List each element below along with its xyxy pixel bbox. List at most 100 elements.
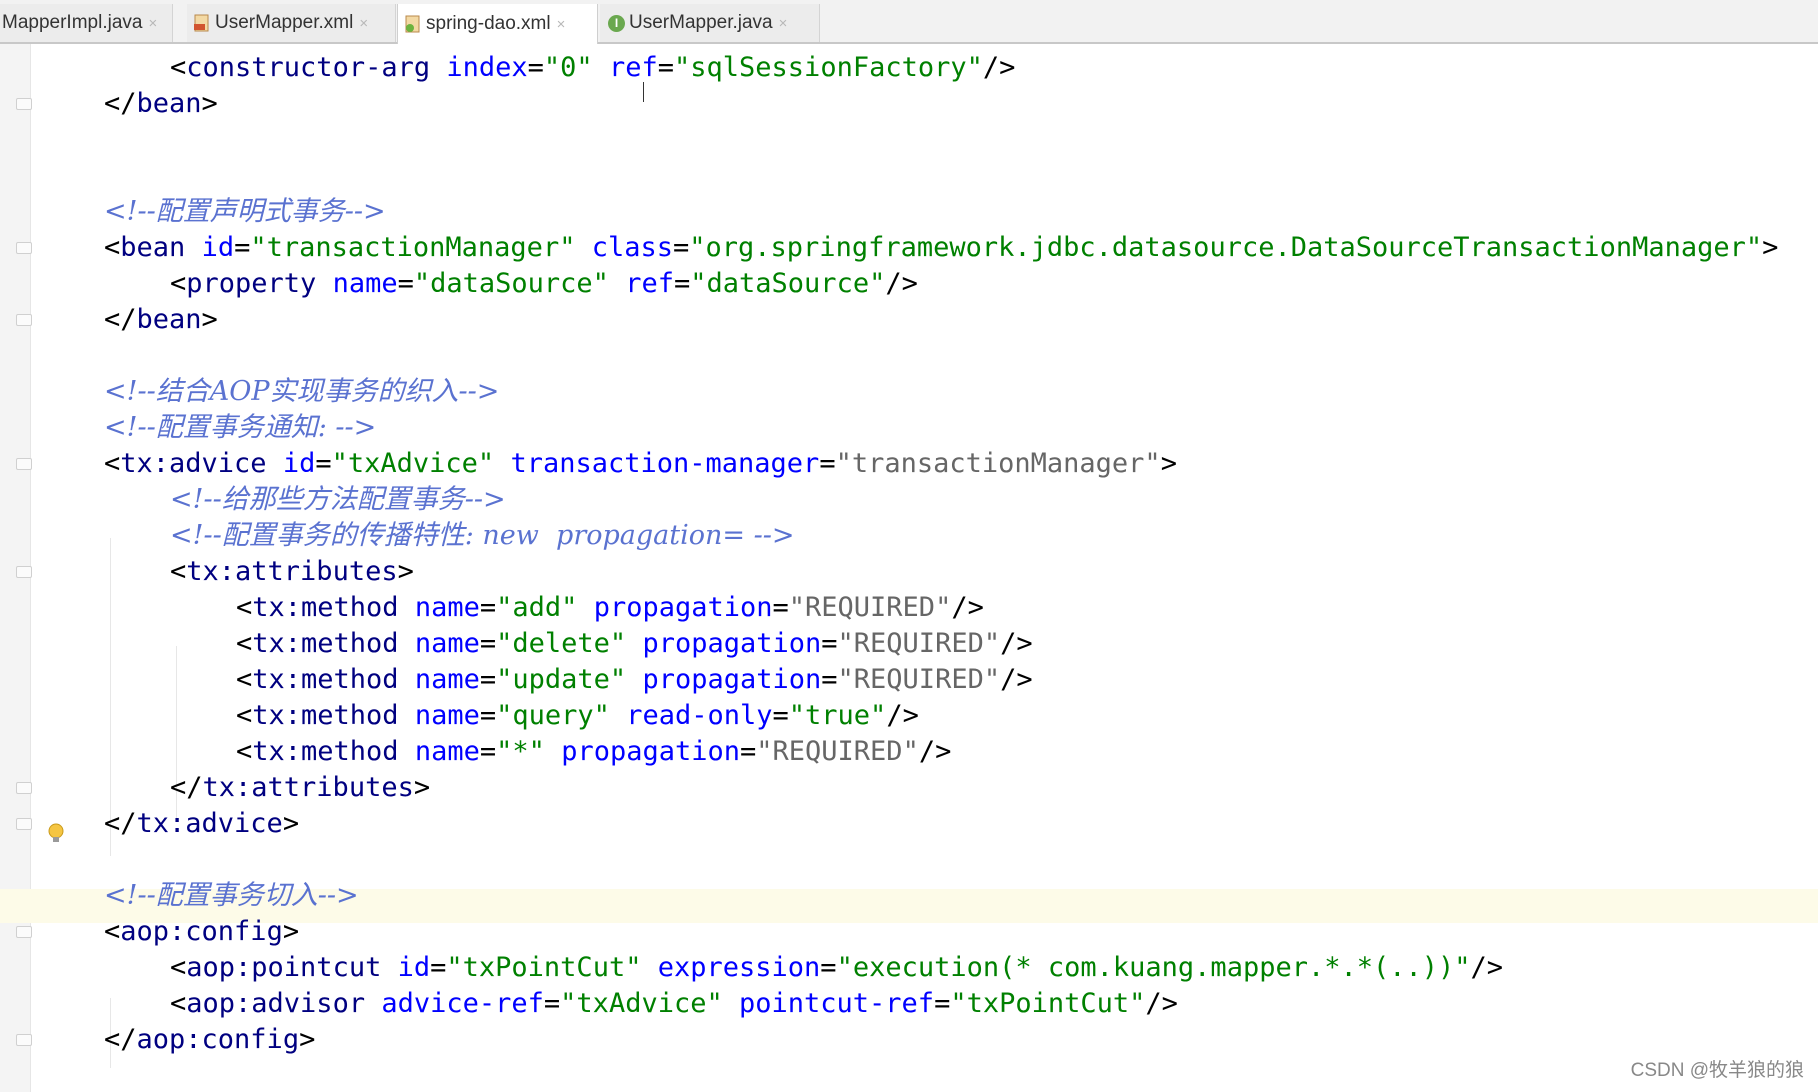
code-token: "query" xyxy=(496,700,610,731)
code-token: </ xyxy=(170,772,203,803)
code-line[interactable]: </bean> xyxy=(104,86,218,122)
code-token: <!--配置声明式事务--> xyxy=(104,196,386,227)
code-token: "update" xyxy=(496,664,627,695)
code-token: "org.springframework.jdbc.datasource.Dat… xyxy=(689,232,1763,263)
code-token: aop:config xyxy=(136,1024,300,1055)
code-token: <!--给那些方法配置事务--> xyxy=(170,484,506,515)
code-line[interactable]: <tx:method name="add" propagation="REQUI… xyxy=(236,590,984,626)
code-line[interactable]: </tx:attributes> xyxy=(170,770,430,806)
code-token: ref xyxy=(608,52,658,83)
code-token: propagation xyxy=(593,592,773,623)
code-line[interactable]: </tx:advice> xyxy=(104,806,299,842)
code-line[interactable]: <!--配置声明式事务--> xyxy=(104,194,386,230)
tab-usermapper-java[interactable]: I UserMapper.java × xyxy=(600,4,820,42)
close-icon[interactable]: × xyxy=(557,16,566,33)
code-token: pointcut-ref xyxy=(739,988,935,1019)
code-token: bean xyxy=(120,232,186,263)
code-token: aop:pointcut xyxy=(186,952,382,983)
code-line[interactable]: <!--配置事务的传播特性: new propagation= --> xyxy=(170,518,794,554)
code-token: id xyxy=(282,448,316,479)
code-token: aop:advisor xyxy=(186,988,366,1019)
code-token: "dataSource" xyxy=(413,268,609,299)
code-editor[interactable]: <constructor-arg index="0" ref="sqlSessi… xyxy=(0,44,1818,1092)
code-token: </ xyxy=(104,304,137,335)
code-token: = xyxy=(772,700,789,731)
code-line[interactable]: </bean> xyxy=(104,302,218,338)
code-token: "txPointCut" xyxy=(950,988,1146,1019)
code-token: = xyxy=(819,448,836,479)
code-line[interactable]: <!--给那些方法配置事务--> xyxy=(170,482,506,518)
code-token: /> xyxy=(951,592,984,623)
code-line[interactable]: <aop:pointcut id="txPointCut" expression… xyxy=(170,950,1503,986)
code-token: name xyxy=(332,268,398,299)
code-token: > xyxy=(201,88,218,119)
code-token: <!--配置事务的传播特性: new propagation= --> xyxy=(170,520,795,551)
code-line[interactable]: <tx:advice id="txAdvice" transaction-man… xyxy=(104,446,1177,482)
code-token: /> xyxy=(1000,664,1033,695)
code-line[interactable]: </aop:config> xyxy=(104,1022,315,1058)
code-line[interactable]: <aop:config> xyxy=(104,914,299,950)
close-icon[interactable]: × xyxy=(779,15,788,32)
code-token: tx:attributes xyxy=(202,772,414,803)
code-token: class xyxy=(591,232,673,263)
code-token: <!--结合AOP实现事务的织入--> xyxy=(104,376,500,407)
code-token: < xyxy=(170,952,187,983)
code-token: = xyxy=(821,664,838,695)
code-line[interactable]: <bean id="transactionManager" class="org… xyxy=(104,230,1778,266)
code-token: "add" xyxy=(496,592,578,623)
spring-xml-file-icon xyxy=(405,15,420,33)
code-token: = xyxy=(430,952,447,983)
code-token: = xyxy=(657,52,675,83)
code-token: /> xyxy=(982,52,1016,83)
close-icon[interactable]: × xyxy=(359,15,368,32)
code-token: < xyxy=(104,232,121,263)
close-icon[interactable]: × xyxy=(148,15,157,32)
code-token: = xyxy=(934,988,951,1019)
code-line[interactable]: <tx:method name="query" read-only="true"… xyxy=(236,698,919,734)
code-token: = xyxy=(397,268,414,299)
code-line[interactable]: <tx:attributes> xyxy=(170,554,414,590)
lightbulb-icon[interactable] xyxy=(46,822,66,846)
tab-mapperimpl-java[interactable]: MapperImpl.java × xyxy=(0,4,173,42)
tab-label: MapperImpl.java xyxy=(2,12,143,33)
code-token: "txAdvice" xyxy=(560,988,723,1019)
code-line[interactable]: <!--配置事务通知: --> xyxy=(104,410,376,446)
code-line[interactable]: <property name="dataSource" ref="dataSou… xyxy=(170,266,918,302)
code-line[interactable]: <tx:method name="delete" propagation="RE… xyxy=(236,626,1033,662)
code-token: property xyxy=(186,268,317,299)
code-token: "delete" xyxy=(496,628,627,659)
code-token: tx:method xyxy=(252,628,399,659)
code-token: ref xyxy=(625,268,674,299)
code-token: < xyxy=(104,916,121,947)
code-token: expression xyxy=(657,952,821,983)
code-line[interactable]: <!--结合AOP实现事务的织入--> xyxy=(104,374,499,410)
code-token: tx:method xyxy=(252,664,399,695)
code-line[interactable]: <tx:method name="update" propagation="RE… xyxy=(236,662,1033,698)
code-token: < xyxy=(170,268,187,299)
code-token: "0" xyxy=(543,52,593,83)
code-line[interactable]: <tx:method name="*" propagation="REQUIRE… xyxy=(236,734,951,770)
code-token: /> xyxy=(885,268,918,299)
code-token: = xyxy=(821,628,838,659)
code-token: index xyxy=(446,52,528,83)
java-interface-icon: I xyxy=(608,14,625,32)
tab-usermapper-xml[interactable]: UserMapper.xml × xyxy=(187,4,396,42)
code-token: = xyxy=(479,592,497,623)
code-token: </ xyxy=(104,1024,137,1055)
code-line[interactable]: <!--配置事务切入--> xyxy=(104,878,359,914)
tab-spring-dao-xml[interactable]: spring-dao.xml × xyxy=(397,4,598,44)
code-token: > xyxy=(282,808,300,839)
code-token: = xyxy=(740,736,757,767)
code-token: aop:config xyxy=(120,916,283,947)
code-token: > xyxy=(282,916,300,947)
code-line[interactable]: <aop:advisor advice-ref="txAdvice" point… xyxy=(170,986,1178,1022)
code-line[interactable]: <constructor-arg index="0" ref="sqlSessi… xyxy=(170,50,1015,86)
code-token: /> xyxy=(1000,628,1033,659)
code-token: < xyxy=(170,52,187,83)
